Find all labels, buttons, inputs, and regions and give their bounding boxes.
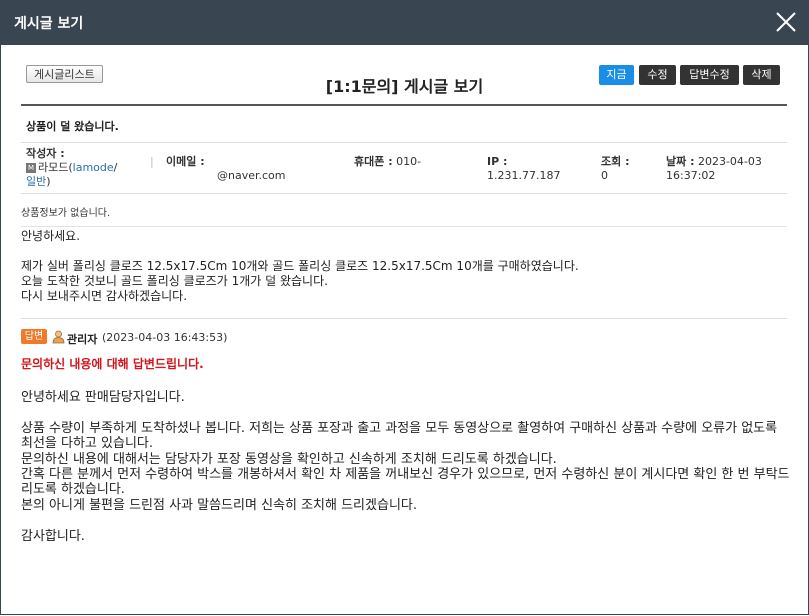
now-button[interactable]: 지금 bbox=[599, 65, 634, 85]
admin-icon bbox=[52, 330, 65, 344]
header-divider bbox=[21, 104, 787, 106]
views-meta: 조회 : 0 bbox=[601, 155, 629, 183]
reply-date: (2023-04-03 16:43:53) bbox=[102, 331, 228, 344]
author-meta: 작성자 : M 라모드(lamode/ 일반) bbox=[26, 147, 117, 189]
author-close: ) bbox=[46, 175, 51, 188]
reply-heading: 문의하신 내용에 대해 답변드립니다. bbox=[21, 357, 204, 371]
delete-button[interactable]: 삭제 bbox=[743, 65, 780, 85]
window-titlebar: 게시글 보기 bbox=[0, 0, 809, 45]
ip-label: IP : bbox=[487, 155, 508, 168]
member-icon: M bbox=[26, 163, 36, 173]
post-body: 안녕하세요. 제가 실버 폴리싱 클로즈 12.5x17.5Cm 10개와 골드… bbox=[21, 229, 579, 303]
no-product-notice: 상품정보가 없습니다. bbox=[21, 208, 111, 219]
author-separator: / bbox=[113, 161, 118, 174]
email-meta: 이메일 : @naver.com bbox=[166, 155, 286, 183]
views-label: 조회 : bbox=[601, 155, 630, 168]
author-label: 작성자 : bbox=[26, 147, 65, 160]
close-icon[interactable] bbox=[775, 11, 797, 33]
reply-body: 안녕하세요 판매담당자입니다. 상품 수량이 부족하게 도착하셨나 봅니다. 저… bbox=[21, 390, 790, 544]
phone-meta: 휴대폰 : 010- bbox=[354, 155, 421, 169]
reply-divider bbox=[21, 318, 787, 319]
window-title: 게시글 보기 bbox=[14, 16, 84, 32]
post-subject: 상품이 덜 왔습니다. bbox=[26, 120, 119, 133]
date-label: 날짜 : bbox=[666, 155, 695, 168]
phone-label: 휴대폰 : bbox=[354, 155, 393, 168]
body-divider bbox=[21, 226, 787, 227]
time-value: 16:37:02 bbox=[666, 169, 716, 182]
edit-button[interactable]: 수정 bbox=[639, 65, 676, 85]
author-grade-link[interactable]: 일반 bbox=[26, 175, 46, 188]
date-meta: 날짜 : 2023-04-03 16:37:02 bbox=[666, 155, 762, 183]
author-name: 라모드( bbox=[38, 161, 73, 174]
date-value: 2023-04-03 bbox=[697, 155, 762, 168]
meta-divider: | bbox=[150, 155, 154, 168]
reply-edit-button[interactable]: 답변수정 bbox=[680, 65, 739, 85]
author-id-link[interactable]: lamode bbox=[73, 161, 114, 174]
admin-name: 관리자 bbox=[67, 333, 98, 346]
views-value: 0 bbox=[601, 169, 608, 182]
reply-badge: 답변 bbox=[21, 329, 47, 344]
phone-value: 010- bbox=[396, 155, 422, 168]
email-label: 이메일 : bbox=[166, 155, 205, 168]
ip-meta: IP : 1.231.77.187 bbox=[487, 155, 560, 183]
email-value: @naver.com bbox=[217, 169, 286, 182]
ip-value: 1.231.77.187 bbox=[487, 169, 561, 182]
